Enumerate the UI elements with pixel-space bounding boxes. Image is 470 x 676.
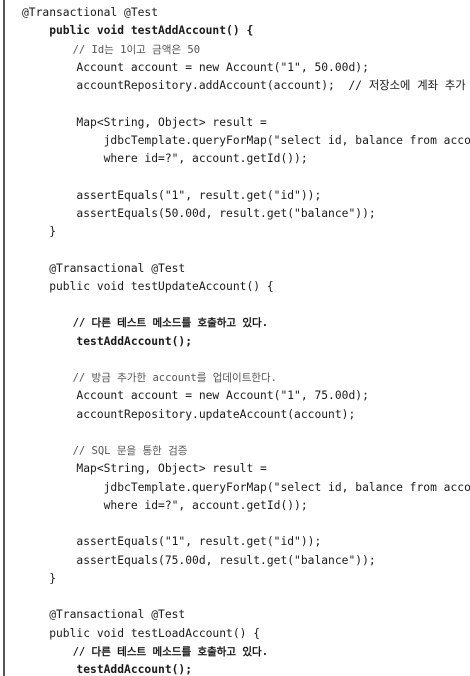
code-line: assertEquals(50.00d, result.get("balance… xyxy=(22,206,376,220)
code-line: } xyxy=(22,571,57,585)
code-comment-line: // SQL 문을 통한 검증 xyxy=(22,445,188,457)
code-line: } xyxy=(22,225,57,238)
code-line: public void testAddAccount() { xyxy=(22,24,254,38)
code-line: where id=?", account.getId()); xyxy=(22,498,308,512)
code-line: Account account = new Account("1", 75.00… xyxy=(22,389,369,403)
code-comment-line: // 다른 테스트 메소드를 호출하고 있다. xyxy=(22,645,269,658)
code-line: @Transactional @Test xyxy=(22,6,159,19)
code-comment-line: // 방금 추가한 account를 업데이트한다. xyxy=(22,372,277,384)
code-line: jdbcTemplate.queryForMap("select id, bal… xyxy=(22,480,470,494)
code-line: assertEquals(75.00d, result.get("balance… xyxy=(22,553,376,567)
code-line: accountRepository.updateAccount(account)… xyxy=(22,407,356,421)
code-line: Account account = new Account("1", 50.00… xyxy=(22,60,369,74)
code-line: @Transactional @Test xyxy=(22,261,186,275)
code-line: assertEquals("1", result.get("id")); xyxy=(22,188,322,202)
code-line: @Transactional @Test xyxy=(22,608,186,622)
code-line: testAddAccount(); xyxy=(22,663,193,676)
code-line: where id=?", account.getId()); xyxy=(22,152,308,165)
code-line: testAddAccount(); xyxy=(22,334,193,348)
code-page: @Transactional @Test public void testAdd… xyxy=(0,0,470,676)
code-line: Map<String, Object> result = xyxy=(22,115,267,129)
code-comment-line: // Id는 1이고 금액은 50 xyxy=(22,43,201,56)
code-line: public void testLoadAccount() { xyxy=(22,626,261,640)
code-line: public void testUpdateAccount() { xyxy=(22,279,274,293)
code-line: Map<String, Object> result = xyxy=(22,462,267,476)
code-line: accountRepository.addAccount(account); /… xyxy=(22,79,466,92)
code-line: jdbcTemplate.queryForMap("select id, bal… xyxy=(22,133,470,147)
code-comment-line: // 다른 테스트 메소드를 호출하고 있다. xyxy=(22,317,269,330)
code-line: assertEquals("1", result.get("id")); xyxy=(22,535,322,549)
code-listing: @Transactional @Test public void testAdd… xyxy=(0,0,470,676)
